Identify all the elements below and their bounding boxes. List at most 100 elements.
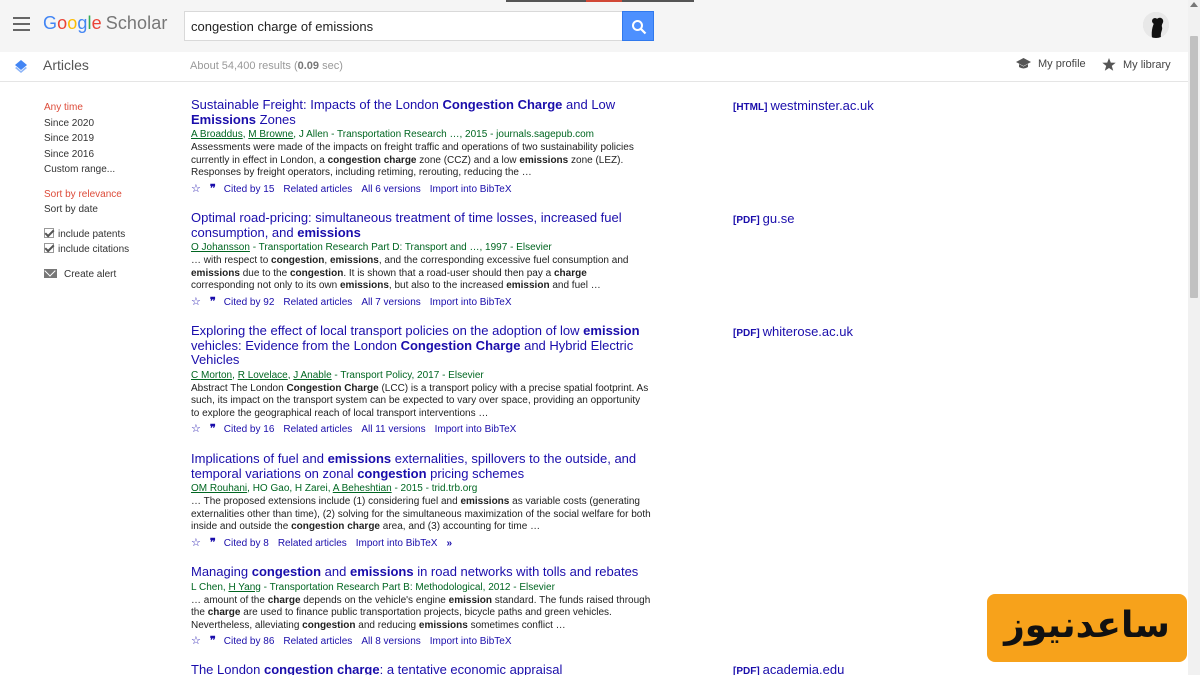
cite-quote-icon[interactable]: ❞ [210, 295, 216, 308]
sort-by-date[interactable]: Sort by date [44, 202, 184, 218]
full-text-link[interactable]: [PDF] whiterose.ac.uk [733, 324, 853, 339]
cite-quote-icon[interactable]: ❞ [210, 536, 216, 549]
full-text-link[interactable]: [PDF] academia.edu [733, 662, 844, 675]
result-action-link[interactable]: Related articles [283, 296, 352, 309]
result-action-link[interactable]: Import into BibTeX [430, 635, 512, 648]
author-link[interactable]: J Anable [293, 370, 331, 381]
text-run: pricing schemes [426, 465, 525, 481]
filter-since-2020[interactable]: Since 2020 [44, 116, 184, 132]
author-link[interactable]: A Beheshtian [333, 483, 392, 494]
full-text-link[interactable]: [HTML] westminster.ac.uk [733, 98, 874, 113]
full-text-link[interactable]: [PDF] gu.se [733, 211, 794, 226]
result-action-link[interactable]: Cited by 15 [224, 183, 275, 196]
save-star-icon[interactable]: ☆ [191, 423, 201, 436]
text-run: : a tentative economic appraisal [379, 662, 563, 675]
scrollbar-thumb[interactable] [1190, 36, 1198, 298]
author-link[interactable]: O Johansson [191, 242, 250, 253]
author-link[interactable]: A Broaddus [191, 129, 243, 140]
scroll-up-arrow-icon[interactable] [1190, 2, 1198, 7]
highlighted-term: emissions [418, 619, 468, 631]
search-button[interactable] [622, 11, 654, 41]
highlighted-term: Congestion Charge [286, 382, 379, 394]
result-action-link[interactable]: Cited by 92 [224, 296, 275, 309]
include-patents-checkbox[interactable]: include patents [44, 227, 184, 243]
result-action-link[interactable]: Related articles [278, 537, 347, 550]
author-link[interactable]: OM Rouhani [191, 483, 247, 494]
result-action-link[interactable]: All 7 versions [361, 296, 420, 309]
filter-custom-range[interactable]: Custom range... [44, 162, 184, 178]
highlighted-term: Emissions [191, 111, 257, 127]
my-profile-label: My profile [1038, 58, 1086, 70]
result-action-link[interactable]: Related articles [283, 423, 352, 436]
text-run: sometimes conflict … [467, 619, 566, 631]
text-run: depends on the vehicle's engine [300, 594, 449, 606]
articles-icon [15, 60, 27, 73]
filter-since-2019[interactable]: Since 2019 [44, 131, 184, 147]
result-title-link[interactable]: The London congestion charge: a tentativ… [191, 662, 661, 675]
result-action-link[interactable]: Cited by 86 [224, 635, 275, 648]
result-title-link[interactable]: Implications of fuel and emissions exter… [191, 451, 661, 481]
sidebar-divider [44, 178, 184, 187]
text-run: vehicles: Evidence from the London [191, 337, 401, 353]
author-link[interactable]: M Browne [248, 129, 293, 140]
result-action-link[interactable]: Related articles [283, 183, 352, 196]
result-action-link[interactable]: All 11 versions [361, 423, 425, 436]
result-action-link[interactable]: Import into BibTeX [356, 537, 438, 550]
file-type-label: [PDF] [733, 328, 760, 339]
my-library-link[interactable]: My library [1102, 58, 1171, 71]
highlighted-term: charge [554, 267, 587, 279]
highlighted-term: emission [583, 323, 640, 338]
google-scholar-logo[interactable]: Google Scholar [43, 13, 167, 34]
save-star-icon[interactable]: ☆ [191, 537, 201, 550]
author-link[interactable]: R Lovelace [238, 370, 288, 381]
search-input[interactable] [184, 11, 622, 41]
text-run: Managing [191, 564, 252, 579]
text-run: , HO Gao, H Zarei, [247, 483, 333, 494]
create-alert-link[interactable]: Create alert [44, 268, 184, 280]
avatar-silhouette-icon [1143, 12, 1169, 38]
text-run: zone (CCZ) and a low [416, 154, 520, 166]
include-citations-checkbox[interactable]: include citations [44, 242, 184, 258]
cite-quote-icon[interactable]: ❞ [210, 182, 216, 195]
result-action-link[interactable]: Import into BibTeX [430, 296, 512, 309]
text-run: Exploring the effect of local transport … [191, 323, 584, 338]
sort-by-relevance[interactable]: Sort by relevance [44, 187, 184, 203]
result-title-link[interactable]: Exploring the effect of local transport … [191, 323, 661, 368]
result-action-link[interactable]: Cited by 8 [224, 537, 269, 550]
text-run: The London [191, 662, 265, 675]
save-star-icon[interactable]: ☆ [191, 296, 201, 309]
result-title-link[interactable]: Optimal road-pricing: simultaneous treat… [191, 210, 661, 240]
search-result: Managing congestion and emissions in roa… [191, 564, 661, 648]
result-action-link[interactable]: Import into BibTeX [435, 423, 517, 436]
cite-quote-icon[interactable]: ❞ [210, 634, 216, 647]
author-link[interactable]: H Yang [228, 582, 260, 593]
logo-letter: e [91, 13, 102, 33]
save-star-icon[interactable]: ☆ [191, 183, 201, 196]
result-actions: ☆ ❞ Cited by 15 Related articles All 6 versi… [191, 182, 661, 196]
result-title-link[interactable]: Sustainable Freight: Impacts of the Lond… [191, 97, 661, 127]
highlighted-term: congestion [302, 619, 356, 631]
save-star-icon[interactable]: ☆ [191, 635, 201, 648]
result-authors: C Morton, R Lovelace, J Anable - Transpo… [191, 369, 661, 382]
result-action-link[interactable]: Related articles [283, 635, 352, 648]
result-action-link[interactable]: Import into BibTeX [430, 183, 512, 196]
result-action-link[interactable]: All 6 versions [361, 183, 420, 196]
cite-quote-icon[interactable]: ❞ [210, 422, 216, 435]
hamburger-menu-icon[interactable] [13, 17, 30, 31]
text-run: in road networks with tolls and rebates [413, 564, 639, 579]
author-link[interactable]: C Morton [191, 370, 232, 381]
result-action-link[interactable]: Cited by 16 [224, 423, 275, 436]
logo-letter: G [43, 13, 58, 33]
highlighted-term: congestion charge [327, 154, 417, 166]
highlighted-term: emission [506, 280, 550, 291]
highlighted-term: emissions [297, 224, 361, 240]
result-action-link[interactable]: All 8 versions [361, 635, 420, 648]
my-profile-link[interactable]: My profile [1016, 58, 1086, 70]
user-avatar[interactable] [1143, 12, 1169, 38]
file-type-label: [HTML] [733, 102, 768, 113]
text-run: corresponding not only to its own [191, 280, 340, 291]
result-title-link[interactable]: Managing congestion and emissions in roa… [191, 564, 661, 580]
filter-any-time[interactable]: Any time [44, 100, 184, 116]
filter-since-2016[interactable]: Since 2016 [44, 147, 184, 163]
more-options-icon[interactable]: » [446, 537, 452, 550]
